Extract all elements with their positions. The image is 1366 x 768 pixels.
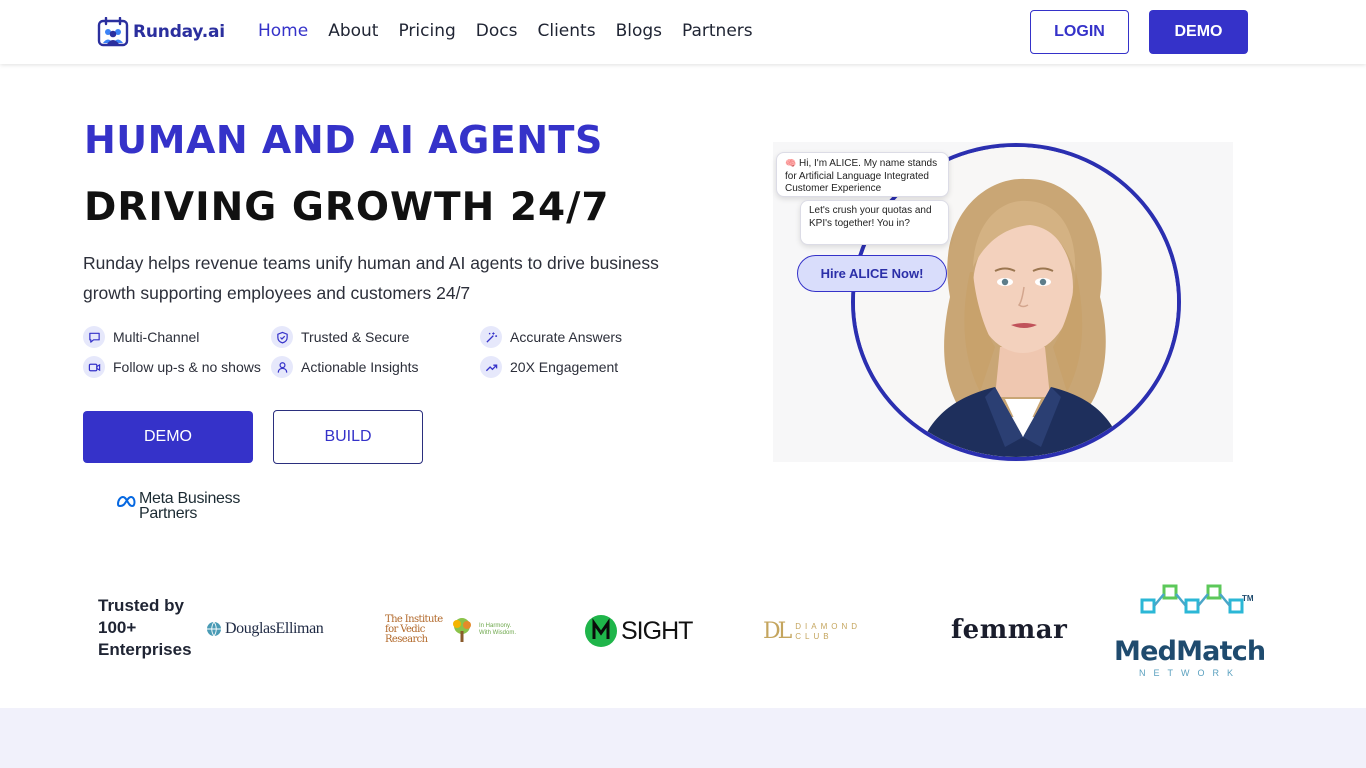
feature-label: Accurate Answers	[510, 329, 623, 345]
build-button[interactable]: BUILD	[273, 410, 423, 464]
trademark-label: TM	[1242, 594, 1254, 603]
nav-pricing[interactable]: Pricing	[398, 21, 455, 41]
client-logo-douglas-elliman: DouglasElliman	[206, 620, 324, 638]
client-logo-medmatch: TM MedMatch NETWORK	[1114, 584, 1266, 680]
client-tagline: In Harmony. With Wisdom.	[479, 623, 517, 636]
feature-label: Multi-Channel	[113, 329, 200, 345]
globe-icon	[207, 621, 221, 637]
nav-blogs[interactable]: Blogs	[616, 21, 662, 41]
nav-about[interactable]: About	[328, 21, 378, 41]
client-tagline: NETWORK	[1139, 668, 1241, 678]
assistant-intro-bubble: 🧠 Hi, I'm ALICE. My name stands for Arti…	[776, 152, 949, 197]
client-logo-femmar: femmar	[951, 615, 1067, 645]
client-name: DIAMOND CLUB	[795, 621, 862, 641]
feature-item: Trusted & Secure	[271, 326, 480, 348]
trusted-by-heading: Trusted by 100+ Enterprises	[98, 596, 192, 659]
hero-title-primary: HUMAN AND AI AGENTS	[84, 118, 603, 162]
feature-list: Multi-Channel Trusted & Secure Accurate …	[83, 326, 643, 378]
main-nav: Home About Pricing Docs Clients Blogs Pa…	[258, 21, 773, 41]
feature-item: Multi-Channel	[83, 326, 271, 348]
client-name: DouglasElliman	[225, 620, 324, 637]
header-demo-button[interactable]: DEMO	[1149, 10, 1248, 54]
client-logo-sight: SIGHT	[584, 614, 693, 648]
nav-clients[interactable]: Clients	[537, 21, 595, 41]
client-name: SIGHT	[621, 616, 693, 645]
brand-name: Runday.ai	[133, 22, 225, 42]
feature-label: Actionable Insights	[301, 359, 419, 375]
client-name: The Institute for Vedic Research	[385, 614, 443, 645]
meta-badge-line2: Partners	[139, 505, 198, 522]
feature-label: 20X Engagement	[510, 359, 619, 375]
assistant-prompt-bubble: Let's crush your quotas and KPI's togeth…	[800, 200, 949, 245]
login-button[interactable]: LOGIN	[1030, 10, 1129, 54]
client-logo-vedic-research: The Institute for Vedic Research In Harm…	[385, 615, 523, 645]
brain-emoji-icon: 🧠	[785, 158, 797, 168]
shield-icon	[271, 326, 293, 348]
meta-business-partner-badge: Meta Business Partners	[116, 490, 241, 522]
feature-label: Trusted & Secure	[301, 329, 410, 345]
hero-title-secondary: DRIVING GROWTH 24/7	[84, 185, 610, 230]
sight-logo-icon	[585, 615, 617, 647]
meta-logo-icon	[116, 495, 136, 507]
prompt-bubble-text: Let's crush your quotas and KPI's togeth…	[809, 205, 932, 229]
magic-wand-icon	[480, 326, 502, 348]
tree-icon	[453, 618, 471, 642]
client-name: femmar	[951, 615, 1068, 645]
site-header: Runday.ai Home About Pricing Docs Client…	[0, 0, 1366, 64]
calendar-team-icon	[97, 17, 129, 47]
feature-item: Accurate Answers	[480, 326, 640, 348]
nav-docs[interactable]: Docs	[476, 21, 518, 41]
client-name: MedMatch	[1114, 636, 1266, 667]
client-monogram: DL	[763, 619, 792, 644]
video-icon	[83, 356, 105, 378]
client-logo-diamond-club: DL DIAMOND CLUB	[763, 619, 869, 644]
medmatch-network-icon	[1140, 584, 1244, 614]
hire-alice-button[interactable]: Hire ALICE Now!	[797, 255, 947, 292]
brand-logo[interactable]: Runday.ai	[97, 17, 225, 47]
feature-item: 20X Engagement	[480, 356, 640, 378]
feature-label: Follow up-s & no shows	[113, 359, 261, 375]
user-icon	[271, 356, 293, 378]
nav-partners[interactable]: Partners	[682, 21, 753, 41]
hero-demo-button[interactable]: DEMO	[83, 411, 253, 463]
next-section-band	[0, 708, 1366, 768]
feature-item: Follow up-s & no shows	[83, 356, 271, 378]
nav-home[interactable]: Home	[258, 21, 308, 41]
intro-bubble-text: Hi, I'm ALICE. My name stands for Artifi…	[785, 158, 938, 194]
meta-badge-line1: Meta Business	[139, 490, 241, 507]
chat-icon	[83, 326, 105, 348]
hero-description: Runday helps revenue teams unify human a…	[83, 253, 659, 303]
feature-item: Actionable Insights	[271, 356, 480, 378]
trending-up-icon	[480, 356, 502, 378]
